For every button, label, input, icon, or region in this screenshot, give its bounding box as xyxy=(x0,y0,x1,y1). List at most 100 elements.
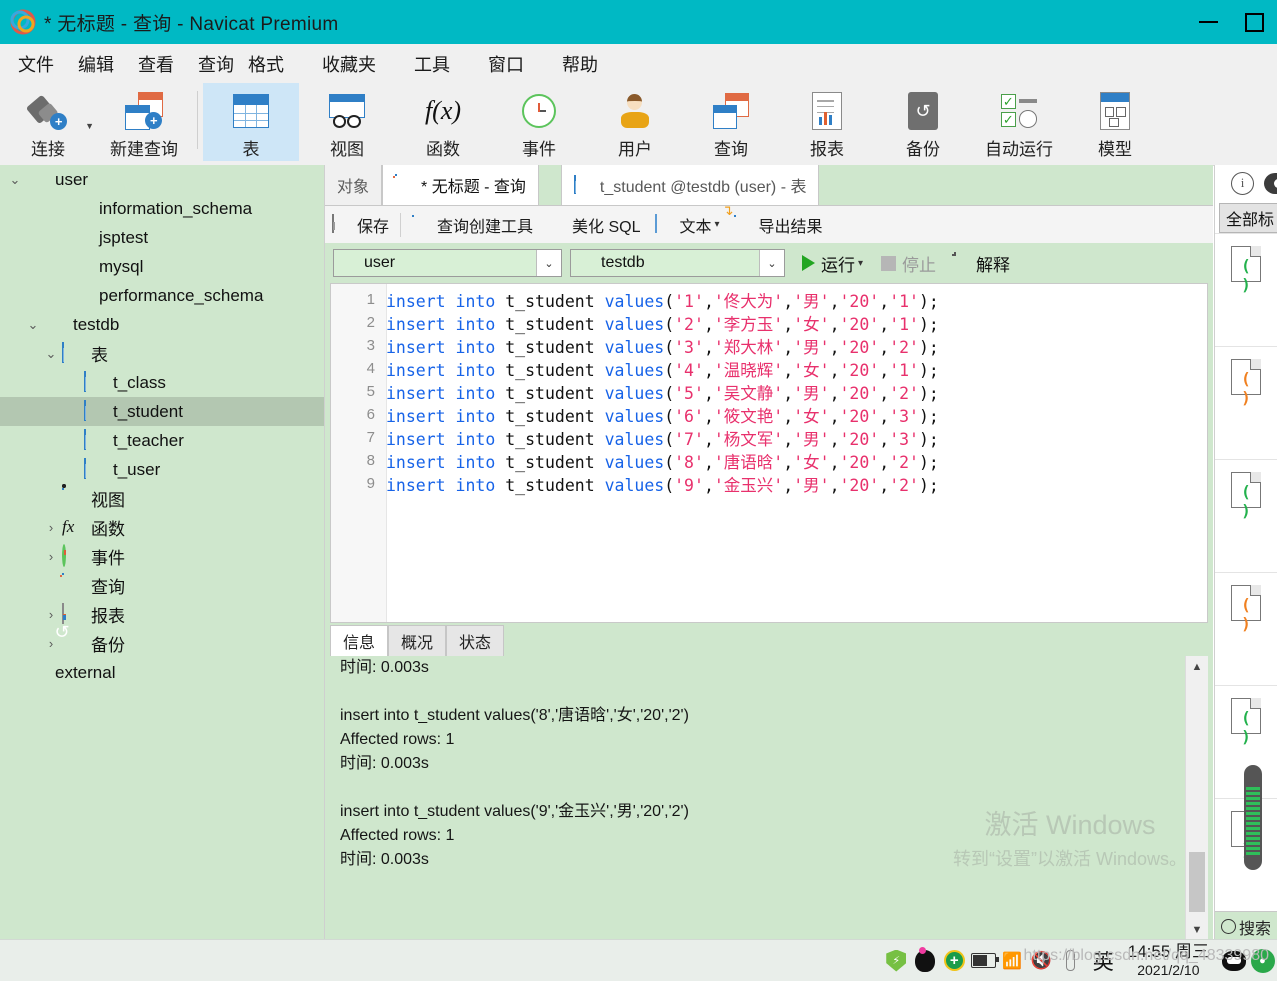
sidebar-item-t-user[interactable]: t_user xyxy=(0,455,324,484)
sidebar-item-testdb[interactable]: ⌄ testdb xyxy=(0,310,324,339)
thermometer-icon[interactable] xyxy=(1056,947,1085,975)
sidebar-item-reports[interactable]: › 报表 xyxy=(0,600,324,629)
search-button[interactable]: 搜索 xyxy=(1215,911,1277,941)
eye-icon[interactable] xyxy=(1264,172,1277,194)
sidebar-item-information-schema[interactable]: information_schema xyxy=(0,194,324,223)
toolbar-button-connection[interactable]: + 连接 ▼ xyxy=(0,83,96,161)
chevron-down-icon[interactable]: ▾ xyxy=(715,219,720,230)
editor-line[interactable]: 2 insert into t_student values('2','李方玉'… xyxy=(331,311,1207,334)
chevron-down-icon[interactable]: ⌄ xyxy=(40,346,62,362)
toolbar-button-backup[interactable]: 备份 xyxy=(875,83,971,161)
chevron-down-icon[interactable]: ⌄ xyxy=(22,317,44,333)
menu-item-file[interactable]: 文件 xyxy=(6,48,66,80)
chevron-down-icon[interactable]: ⌄ xyxy=(759,250,784,276)
sidebar-item-external[interactable]: external xyxy=(0,658,324,687)
sidebar-item-events[interactable]: › 事件 xyxy=(0,542,324,571)
info-circle-icon[interactable]: i xyxy=(1231,171,1254,195)
battery-icon[interactable] xyxy=(969,947,999,975)
chevron-down-icon[interactable]: ⌄ xyxy=(4,172,26,188)
list-item[interactable]: ( ) xyxy=(1215,572,1277,685)
sidebar-item-t-teacher[interactable]: t_teacher xyxy=(0,426,324,455)
beautify-sql-button[interactable]: 美化 SQL xyxy=(540,213,647,237)
menu-item-query[interactable]: 查询 xyxy=(186,48,246,80)
chevron-right-icon[interactable]: › xyxy=(40,607,62,622)
export-result-button[interactable]: ↴ 导出结果 xyxy=(722,203,830,237)
list-item[interactable]: ( ) xyxy=(1215,233,1277,346)
chevron-right-icon[interactable]: › xyxy=(40,549,62,564)
menu-item-view[interactable]: 查看 xyxy=(126,48,186,80)
qq-penguin-icon[interactable] xyxy=(911,946,940,975)
tab-t-student-table[interactable]: t_student @testdb (user) - 表 xyxy=(560,165,820,205)
toolbar-button-user[interactable]: 用户 xyxy=(587,83,683,161)
tab-untitled-query[interactable]: * 无标题 - 查询 xyxy=(382,165,539,205)
menu-item-format[interactable]: 格式 xyxy=(246,48,296,80)
sidebar-item-jsptest[interactable]: jsptest xyxy=(0,223,324,252)
chevron-down-icon[interactable]: ▾ xyxy=(858,258,863,269)
chevron-down-icon[interactable]: ▼ xyxy=(85,121,94,131)
editor-line[interactable]: 8 insert into t_student values('8','唐语晗'… xyxy=(331,449,1207,472)
maximize-button[interactable] xyxy=(1231,0,1277,44)
sidebar-item-queries[interactable]: 查询 xyxy=(0,571,324,600)
list-item[interactable]: ( ) xyxy=(1215,346,1277,459)
menu-item-edit[interactable]: 编辑 xyxy=(66,48,126,80)
plus-circle-icon[interactable] xyxy=(940,947,969,975)
sql-editor[interactable]: 1 insert into t_student values('1','佟大为'… xyxy=(330,283,1208,623)
results-tab-info[interactable]: 信息 xyxy=(330,625,389,656)
panda-icon[interactable] xyxy=(1219,947,1248,975)
scroll-up-icon[interactable]: ▲ xyxy=(1186,656,1208,678)
right-panel-scrollbar-thumb[interactable] xyxy=(1244,765,1262,870)
list-item[interactable]: ( ) xyxy=(1215,459,1277,572)
volume-muted-icon[interactable]: 🔇 xyxy=(1027,947,1056,975)
sidebar-item-mysql[interactable]: mysql xyxy=(0,252,324,281)
query-builder-button[interactable]: 查询创建工具 xyxy=(405,213,540,237)
toolbar-button-report[interactable]: 报表 xyxy=(779,83,875,161)
scrollbar-thumb[interactable] xyxy=(1189,852,1205,912)
stop-button[interactable]: 停止 xyxy=(876,251,941,276)
sidebar-item-user[interactable]: ⌄ user xyxy=(0,165,324,194)
run-button[interactable]: 运行 ▾ xyxy=(797,251,868,276)
ime-indicator[interactable]: 英 xyxy=(1093,946,1114,976)
scroll-down-icon[interactable]: ▼ xyxy=(1186,919,1208,941)
results-tab-status[interactable]: 状态 xyxy=(446,625,505,656)
connection-combobox[interactable]: user ⌄ xyxy=(333,249,562,277)
toolbar-button-query[interactable]: 查询 xyxy=(683,83,779,161)
wifi-icon[interactable]: 📶 xyxy=(998,947,1027,975)
sidebar-item-performance-schema[interactable]: performance_schema xyxy=(0,281,324,310)
chevron-right-icon[interactable]: › xyxy=(40,520,62,535)
editor-line[interactable]: 5 insert into t_student values('5','吴文静'… xyxy=(331,380,1207,403)
editor-line[interactable]: 7 insert into t_student values('7','杨文军'… xyxy=(331,426,1207,449)
menu-item-tools[interactable]: 工具 xyxy=(402,48,462,80)
sidebar-item-t-student[interactable]: t_student xyxy=(0,397,324,426)
toolbar-button-model[interactable]: 模型 xyxy=(1067,83,1163,161)
database-combobox[interactable]: testdb ⌄ xyxy=(570,249,785,277)
explain-button[interactable]: 解释 xyxy=(949,251,1015,276)
toolbar-button-new-query[interactable]: + 新建查询 xyxy=(96,83,192,161)
wechat-icon[interactable] xyxy=(1248,947,1277,975)
toolbar-button-view[interactable]: 视图 xyxy=(299,83,395,161)
results-scrollbar[interactable]: ▲ ▼ xyxy=(1185,656,1208,941)
sidebar-item-functions[interactable]: › fx 函数 xyxy=(0,513,324,542)
editor-line[interactable]: 3 insert into t_student values('3','郑大林'… xyxy=(331,334,1207,357)
toolbar-button-table[interactable]: 表 xyxy=(203,83,299,161)
object-tree-sidebar[interactable]: ⌄ user information_schema jsptest mysql … xyxy=(0,165,325,941)
clock[interactable]: 14:55 周三 2021/2/10 xyxy=(1128,942,1209,980)
toolbar-button-function[interactable]: f(x) 函数 xyxy=(395,83,491,161)
menu-item-help[interactable]: 帮助 xyxy=(550,48,610,80)
editor-line[interactable]: 6 insert into t_student values('6','筱文艳'… xyxy=(331,403,1207,426)
editor-line[interactable]: 4 insert into t_student values('4','温晓辉'… xyxy=(331,357,1207,380)
select-all-button[interactable]: 全部标 xyxy=(1219,203,1277,233)
sidebar-item-tables-folder[interactable]: ⌄ 表 xyxy=(0,339,324,368)
sidebar-item-views[interactable]: 视图 xyxy=(0,483,324,513)
menu-item-window[interactable]: 窗口 xyxy=(476,48,536,80)
toolbar-button-event[interactable]: 事件 xyxy=(491,83,587,161)
sidebar-item-t-class[interactable]: t_class xyxy=(0,368,324,397)
chevron-down-icon[interactable]: ⌄ xyxy=(536,250,561,276)
save-button[interactable]: 保存 xyxy=(325,213,396,237)
security-shield-icon[interactable] xyxy=(882,947,911,975)
editor-line[interactable]: 9 insert into t_student values('9','金玉兴'… xyxy=(331,472,1207,495)
tab-objects[interactable]: 对象 xyxy=(325,165,383,205)
results-tab-profile[interactable]: 概况 xyxy=(388,625,447,656)
toolbar-button-automation[interactable]: ✓ ✓ 自动运行 xyxy=(971,83,1067,161)
text-button[interactable]: 文本 ▾ xyxy=(648,213,727,237)
minimize-button[interactable] xyxy=(1185,0,1231,44)
